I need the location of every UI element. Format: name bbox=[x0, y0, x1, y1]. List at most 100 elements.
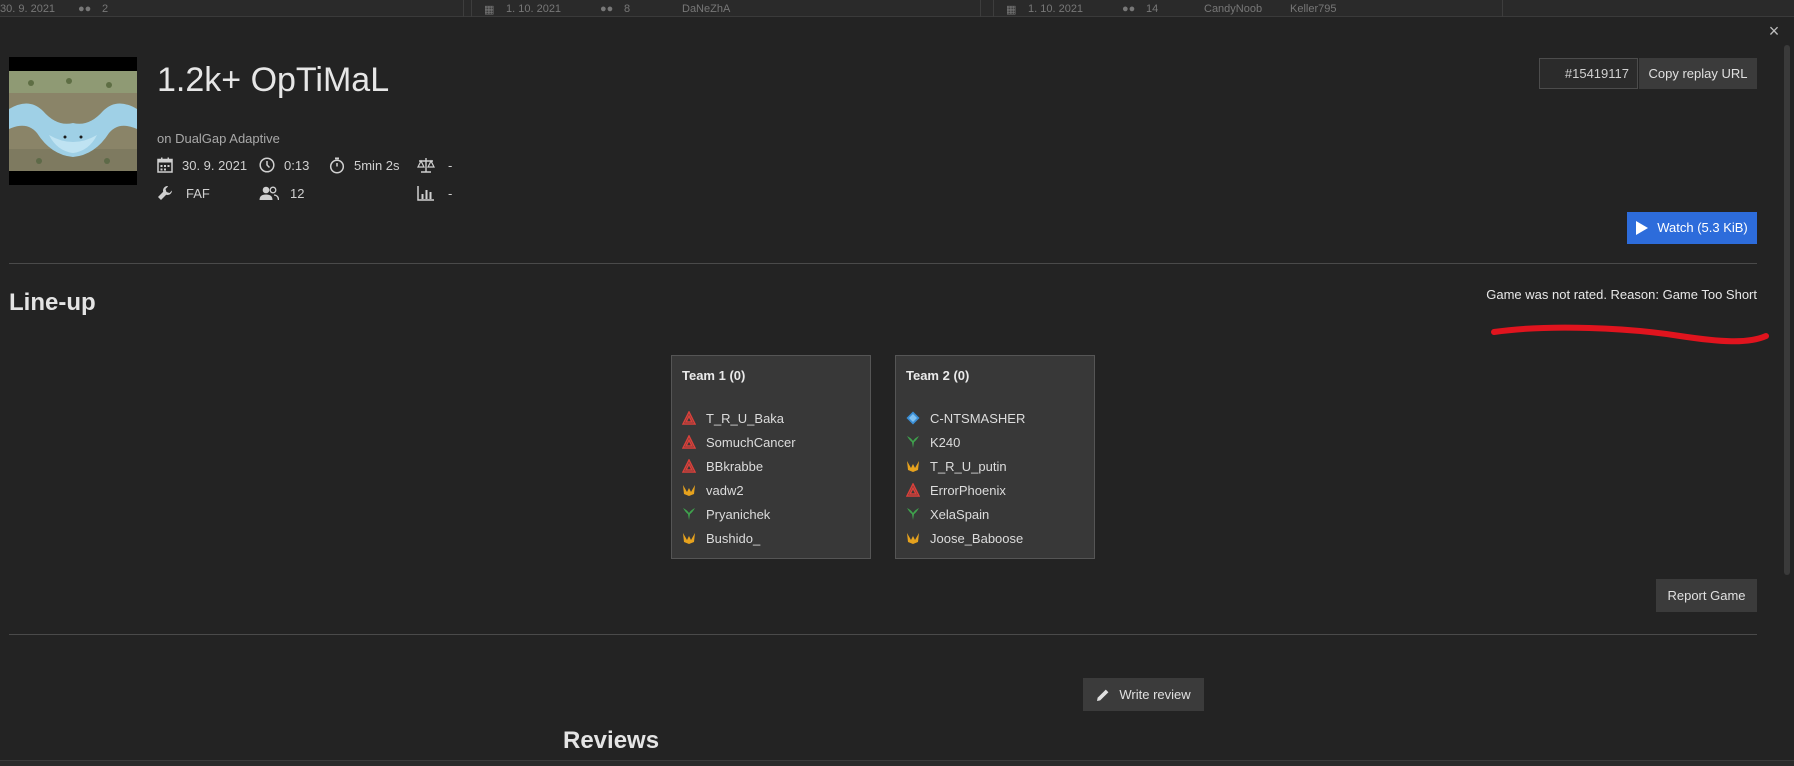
team-1-card: Team 1 (0) T_R_U_Baka SomuchCancer BBkra… bbox=[671, 355, 871, 559]
balance-scale-icon bbox=[417, 158, 435, 173]
average-rating: - bbox=[417, 185, 452, 201]
background-card: ▦ 1. 10. 2021 ●● 14 CandyNoob Keller795 bbox=[993, 0, 1503, 17]
map-preview bbox=[9, 57, 137, 185]
red-annotation-stroke bbox=[1491, 324, 1769, 345]
player-name: BBkrabbe bbox=[706, 458, 764, 474]
clock-icon bbox=[259, 157, 275, 173]
divider bbox=[9, 263, 1757, 264]
rating-balance: - bbox=[417, 157, 452, 173]
play-icon bbox=[1636, 221, 1649, 235]
background-card-date: 1. 10. 2021 bbox=[506, 3, 562, 15]
game-start-time: 0:13 bbox=[259, 157, 309, 173]
uef-faction-icon bbox=[906, 411, 920, 425]
bar-chart-icon bbox=[417, 186, 434, 201]
player-row[interactable]: K240 bbox=[906, 430, 1084, 454]
player-name: T_R_U_putin bbox=[930, 458, 1007, 474]
seraphim-faction-icon bbox=[683, 533, 695, 544]
players-icon: ●● bbox=[78, 3, 92, 15]
player-row[interactable]: ErrorPhoenix bbox=[906, 478, 1084, 502]
background-card-player-name: CandyNoob bbox=[1204, 3, 1263, 15]
player-name: Joose_Baboose bbox=[930, 530, 1024, 546]
player-name: SomuchCancer bbox=[706, 434, 796, 450]
player-row[interactable]: T_R_U_Baka bbox=[682, 406, 860, 430]
background-replay-list: 30. 9. 2021 ●● 2 ▦ 1. 10. 2021 ●● 8 DaNe… bbox=[0, 0, 1794, 17]
game-title: 1.2k+ OpTiMaL bbox=[157, 61, 390, 99]
background-card-player-name: Keller795 bbox=[1290, 3, 1337, 15]
player-row[interactable]: Joose_Baboose bbox=[906, 526, 1084, 550]
background-card-date: 30. 9. 2021 bbox=[0, 3, 56, 15]
cybran-faction-icon bbox=[682, 435, 696, 449]
team-2-card: Team 2 (0) C-NTSMASHER K240 T_R_U_putin … bbox=[895, 355, 1095, 559]
team-2-title: Team 2 (0) bbox=[906, 368, 970, 383]
player-row[interactable]: XelaSpain bbox=[906, 502, 1084, 526]
player-name: K240 bbox=[930, 434, 961, 450]
background-card: ▦ 1. 10. 2021 ●● 8 DaNeZhA bbox=[471, 0, 981, 17]
player-row[interactable]: SomuchCancer bbox=[682, 430, 860, 454]
seraphim-faction-icon bbox=[907, 461, 919, 472]
player-name: Pryanichek bbox=[706, 506, 771, 522]
players-icon bbox=[259, 186, 279, 201]
player-name: XelaSpain bbox=[930, 506, 990, 522]
featured-mod: FAF bbox=[157, 185, 210, 201]
watch-button-label: Watch (5.3 KiB) bbox=[1657, 220, 1748, 235]
player-row[interactable]: T_R_U_putin bbox=[906, 454, 1084, 478]
wrench-icon bbox=[158, 186, 172, 200]
map-preview-image bbox=[9, 57, 137, 185]
player-name: ErrorPhoenix bbox=[930, 482, 1006, 498]
game-duration: 5min 2s bbox=[329, 157, 400, 174]
watch-button[interactable]: Watch (5.3 KiB) bbox=[1627, 212, 1757, 244]
background-card: 30. 9. 2021 ●● 2 bbox=[0, 0, 464, 17]
report-game-button[interactable]: Report Game bbox=[1656, 579, 1757, 612]
team-1-title: Team 1 (0) bbox=[682, 368, 746, 383]
game-start-time-value: 0:13 bbox=[284, 157, 310, 173]
background-card-player-name: DaNeZhA bbox=[682, 3, 731, 15]
stopwatch-icon bbox=[329, 157, 345, 174]
write-review-button[interactable]: Write review bbox=[1083, 678, 1204, 711]
calendar-icon bbox=[157, 157, 173, 173]
aeon-faction-icon bbox=[907, 436, 919, 448]
rating-balance-value: - bbox=[448, 157, 453, 173]
close-icon[interactable]: × bbox=[1766, 22, 1782, 40]
aeon-faction-icon bbox=[683, 508, 695, 520]
player-row[interactable]: C-NTSMASHER bbox=[906, 406, 1084, 430]
players-icon: ●● bbox=[600, 3, 614, 15]
calendar-icon: ▦ bbox=[1006, 4, 1017, 16]
cybran-faction-icon bbox=[906, 483, 920, 497]
background-replay-list-bottom bbox=[0, 760, 1794, 766]
seraphim-faction-icon bbox=[683, 485, 695, 496]
player-count: 12 bbox=[259, 185, 304, 201]
background-card-date: 1. 10. 2021 bbox=[1028, 3, 1084, 15]
rating-notice: Game was not rated. Reason: Game Too Sho… bbox=[1486, 287, 1757, 302]
player-row[interactable]: Bushido_ bbox=[682, 526, 860, 550]
background-card-players: 14 bbox=[1146, 3, 1159, 15]
player-row[interactable]: BBkrabbe bbox=[682, 454, 860, 478]
game-duration-value: 5min 2s bbox=[354, 158, 400, 173]
pencil-icon bbox=[1097, 689, 1109, 701]
player-row[interactable]: Pryanichek bbox=[682, 502, 860, 526]
lineup-title: Line-up bbox=[9, 289, 96, 316]
player-count-value: 12 bbox=[290, 185, 305, 201]
cybran-faction-icon bbox=[682, 459, 696, 473]
player-name: T_R_U_Baka bbox=[706, 410, 785, 426]
copy-replay-url-button[interactable]: Copy replay URL bbox=[1639, 58, 1757, 89]
write-review-label: Write review bbox=[1119, 687, 1191, 702]
background-card-players: 8 bbox=[624, 3, 631, 15]
player-name: C-NTSMASHER bbox=[930, 410, 1026, 426]
aeon-faction-icon bbox=[907, 508, 919, 520]
replay-id-field[interactable]: #15419117 bbox=[1539, 58, 1638, 89]
calendar-icon: ▦ bbox=[484, 4, 495, 16]
reviews-title: Reviews bbox=[563, 727, 660, 754]
player-row[interactable]: vadw2 bbox=[682, 478, 860, 502]
background-card-players: 2 bbox=[102, 3, 109, 15]
player-name: vadw2 bbox=[706, 482, 744, 498]
scrollbar[interactable] bbox=[1784, 45, 1790, 575]
featured-mod-value: FAF bbox=[186, 185, 210, 201]
replay-detail-dialog: × 1.2k+ OpTiMaL on DualGap Adaptive 30. … bbox=[0, 17, 1794, 760]
seraphim-faction-icon bbox=[907, 533, 919, 544]
map-name: on DualGap Adaptive bbox=[157, 131, 280, 146]
players-icon: ●● bbox=[1122, 3, 1136, 15]
player-name: Bushido_ bbox=[706, 530, 761, 546]
game-date-value: 30. 9. 2021 bbox=[182, 157, 248, 173]
divider bbox=[9, 634, 1757, 635]
cybran-faction-icon bbox=[682, 411, 696, 425]
